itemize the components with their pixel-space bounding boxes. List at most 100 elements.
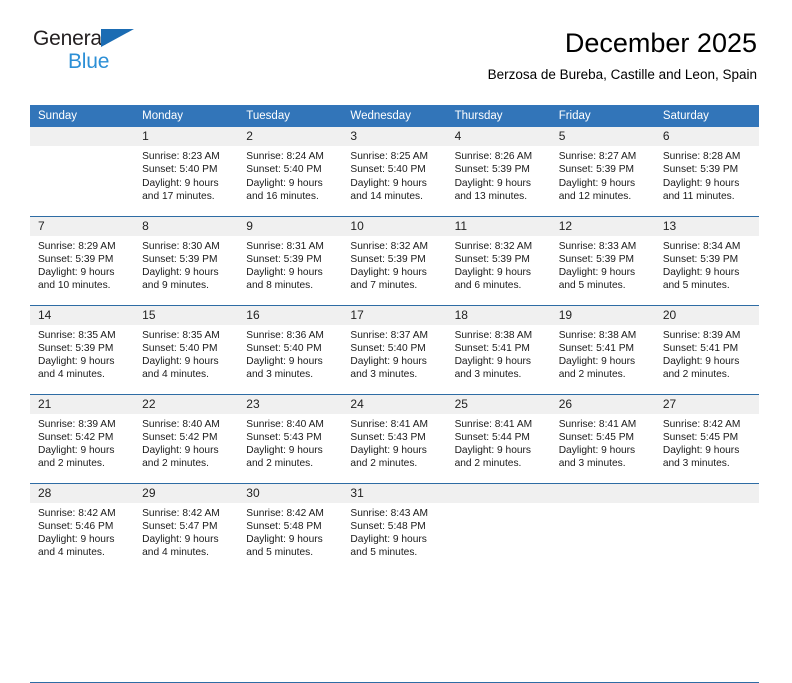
sunset-text: Sunset: 5:45 PM (662, 431, 739, 443)
sunrise-text: Sunrise: 8:40 AM (246, 418, 324, 430)
calendar-day-cell[interactable]: 12 Sunrise: 8:33 AM Sunset: 5:39 PM Dayligh… (550, 215, 655, 305)
sunrise-text: Sunrise: 8:32 AM (454, 240, 533, 252)
daylight-text: Daylight: 9 hours and 2 minutes. (246, 445, 323, 470)
calendar-day-cell-empty (30, 127, 135, 216)
sunset-text: Sunset: 5:48 PM (350, 520, 426, 532)
sunrise-text: Sunrise: 8:39 AM (38, 418, 116, 430)
calendar-day-cell[interactable]: 21 Sunrise: 8:39 AM Sunset: 5:42 PM Dayligh… (30, 393, 135, 483)
sunrise-text: Sunrise: 8:34 AM (662, 240, 741, 252)
calendar-day-cell[interactable]: 19 Sunrise: 8:38 AM Sunset: 5:41 PM Dayligh… (550, 304, 655, 394)
sunset-text: Sunset: 5:40 PM (350, 342, 426, 354)
calendar-day-cell[interactable]: 25 Sunrise: 8:41 AM Sunset: 5:44 PM Dayligh… (446, 393, 551, 483)
sunrise-text: Sunrise: 8:23 AM (142, 151, 220, 162)
calendar-day-cell[interactable]: 31 Sunrise: 8:43 AM Sunset: 5:48 PM Dayligh… (342, 482, 447, 572)
sunrise-text: Sunrise: 8:41 AM (454, 418, 533, 430)
calendar-day-cell[interactable]: 28 Sunrise: 8:42 AM Sunset: 5:46 PM Dayligh… (30, 482, 135, 572)
day-number: 3 (342, 127, 447, 146)
calendar-day-cell[interactable]: 20 Sunrise: 8:39 AM Sunset: 5:41 PM Dayligh… (654, 304, 759, 394)
calendar-day-cell[interactable]: 11 Sunrise: 8:32 AM Sunset: 5:39 PM Dayligh… (446, 215, 551, 305)
day-number: 20 (654, 305, 759, 325)
daylight-text: Daylight: 9 hours and 5 minutes. (662, 267, 740, 292)
daylight-text: Daylight: 9 hours and 3 minutes. (246, 356, 323, 381)
sunset-text: Sunset: 5:44 PM (454, 431, 530, 443)
calendar-day-cell[interactable]: 7 Sunrise: 8:29 AM Sunset: 5:39 PM Daylight… (30, 215, 135, 305)
day-number (30, 127, 135, 146)
sunrise-text: Sunrise: 8:41 AM (558, 418, 637, 430)
logo-text-general: General (33, 27, 107, 50)
day-details: Sunrise: 8:32 AM Sunset: 5:39 PM Daylight:… (342, 236, 446, 293)
calendar-day-cell[interactable]: 14 Sunrise: 8:35 AM Sunset: 5:39 PM Dayligh… (30, 304, 135, 394)
sunset-text: Sunset: 5:41 PM (662, 342, 739, 354)
general-blue-logo[interactable]: General Blue (33, 28, 153, 76)
day-details: Sunrise: 8:42 AM Sunset: 5:45 PM Daylight:… (655, 414, 759, 471)
calendar-day-cell[interactable]: 17 Sunrise: 8:37 AM Sunset: 5:40 PM Dayligh… (342, 304, 447, 394)
calendar-day-cell[interactable]: 2 Sunrise: 8:24 AM Sunset: 5:40 PM Daylight… (238, 127, 343, 216)
sunrise-text: Sunrise: 8:38 AM (454, 329, 533, 341)
daylight-text: Daylight: 9 hours and 9 minutes. (142, 267, 219, 292)
day-number: 26 (550, 394, 655, 414)
daylight-text: Daylight: 9 hours and 11 minutes. (662, 177, 740, 202)
daylight-text: Daylight: 9 hours and 6 minutes. (454, 267, 532, 292)
triangle-icon (101, 29, 134, 47)
calendar-day-cell[interactable]: 23 Sunrise: 8:40 AM Sunset: 5:43 PM Dayligh… (238, 393, 343, 483)
sunset-text: Sunset: 5:41 PM (454, 342, 530, 354)
calendar-day-cell[interactable]: 30 Sunrise: 8:42 AM Sunset: 5:48 PM Dayligh… (238, 482, 343, 572)
daylight-text: Daylight: 9 hours and 8 minutes. (246, 267, 323, 292)
sunrise-text: Sunrise: 8:24 AM (246, 151, 324, 162)
day-details: Sunrise: 8:39 AM Sunset: 5:41 PM Daylight:… (655, 325, 759, 382)
page-subtitle: Berzosa de Bureba, Castille and Leon, Sp… (487, 67, 757, 82)
sunset-text: Sunset: 5:39 PM (558, 253, 635, 265)
day-details: Sunrise: 8:40 AM Sunset: 5:42 PM Daylight:… (134, 414, 238, 471)
calendar-day-cell[interactable]: 29 Sunrise: 8:42 AM Sunset: 5:47 PM Dayligh… (134, 482, 239, 572)
day-number (654, 483, 759, 503)
day-number: 22 (134, 394, 239, 414)
sunrise-text: Sunrise: 8:27 AM (558, 151, 637, 162)
calendar-day-cell[interactable]: 15 Sunrise: 8:35 AM Sunset: 5:40 PM Dayligh… (134, 304, 239, 394)
calendar-day-cell[interactable]: 4 Sunrise: 8:26 AM Sunset: 5:39 PM Daylight… (446, 127, 551, 216)
sunset-text: Sunset: 5:42 PM (38, 431, 114, 443)
sunset-text: Sunset: 5:39 PM (38, 253, 114, 265)
calendar-day-cell[interactable]: 24 Sunrise: 8:41 AM Sunset: 5:43 PM Dayligh… (342, 393, 447, 483)
calendar-day-cell[interactable]: 1 Sunrise: 8:23 AM Sunset: 5:40 PM Daylight… (134, 127, 239, 216)
calendar-day-cell[interactable]: 27 Sunrise: 8:42 AM Sunset: 5:45 PM Dayligh… (654, 393, 759, 483)
day-number: 24 (342, 394, 447, 414)
calendar-day-cell[interactable]: 26 Sunrise: 8:41 AM Sunset: 5:45 PM Dayligh… (550, 393, 655, 483)
calendar-day-cell[interactable]: 13 Sunrise: 8:34 AM Sunset: 5:39 PM Dayligh… (654, 215, 759, 305)
day-number: 1 (134, 127, 239, 146)
daylight-text: Daylight: 9 hours and 10 minutes. (38, 267, 115, 292)
sunset-text: Sunset: 5:39 PM (350, 253, 426, 265)
day-details: Sunrise: 8:39 AM Sunset: 5:42 PM Daylight:… (30, 414, 134, 471)
sunset-text: Sunset: 5:40 PM (246, 164, 322, 176)
daylight-text: Daylight: 9 hours and 4 minutes. (142, 534, 219, 559)
day-number: 13 (654, 216, 759, 236)
sunrise-text: Sunrise: 8:35 AM (38, 329, 116, 341)
day-details: Sunrise: 8:29 AM Sunset: 5:39 PM Daylight:… (30, 236, 134, 293)
calendar-day-cell-empty (654, 482, 759, 572)
calendar-day-cell[interactable]: 8 Sunrise: 8:30 AM Sunset: 5:39 PM Daylight… (134, 215, 239, 305)
calendar-day-cell[interactable]: 3 Sunrise: 8:25 AM Sunset: 5:40 PM Daylight… (342, 127, 447, 216)
sunset-text: Sunset: 5:47 PM (142, 520, 218, 532)
sunrise-text: Sunrise: 8:42 AM (246, 507, 324, 519)
sunset-text: Sunset: 5:39 PM (454, 164, 530, 176)
daylight-text: Daylight: 9 hours and 2 minutes. (558, 356, 636, 381)
calendar-day-cell[interactable]: 9 Sunrise: 8:31 AM Sunset: 5:39 PM Daylight… (238, 215, 343, 305)
daylight-text: Daylight: 9 hours and 2 minutes. (38, 445, 115, 470)
daylight-text: Daylight: 9 hours and 2 minutes. (454, 445, 532, 470)
sunset-text: Sunset: 5:39 PM (662, 253, 739, 265)
sunrise-text: Sunrise: 8:43 AM (350, 507, 429, 519)
calendar-day-cell[interactable]: 5 Sunrise: 8:27 AM Sunset: 5:39 PM Daylight… (550, 127, 655, 216)
calendar-day-cell[interactable]: 18 Sunrise: 8:38 AM Sunset: 5:41 PM Dayligh… (446, 304, 551, 394)
day-number: 15 (134, 305, 239, 325)
day-details: Sunrise: 8:40 AM Sunset: 5:43 PM Daylight:… (238, 414, 342, 471)
day-details: Sunrise: 8:42 AM Sunset: 5:47 PM Daylight:… (134, 503, 238, 560)
calendar-day-cell[interactable]: 6 Sunrise: 8:28 AM Sunset: 5:39 PM Daylight… (654, 127, 759, 216)
logo-text-blue: Blue (68, 50, 110, 73)
sunrise-text: Sunrise: 8:31 AM (246, 240, 324, 252)
calendar-header-row: Sunday Monday Tuesday Wednesday Thursday Frid… (30, 105, 759, 127)
day-number: 21 (30, 394, 135, 414)
calendar-day-cell[interactable]: 22 Sunrise: 8:40 AM Sunset: 5:42 PM Dayligh… (134, 393, 239, 483)
calendar-day-cell[interactable]: 10 Sunrise: 8:32 AM Sunset: 5:39 PM Dayligh… (342, 215, 447, 305)
daylight-text: Daylight: 9 hours and 7 minutes. (350, 267, 427, 292)
calendar-day-cell[interactable]: 16 Sunrise: 8:36 AM Sunset: 5:40 PM Dayligh… (238, 304, 343, 394)
day-details: Sunrise: 8:42 AM Sunset: 5:46 PM Daylight:… (30, 503, 134, 560)
